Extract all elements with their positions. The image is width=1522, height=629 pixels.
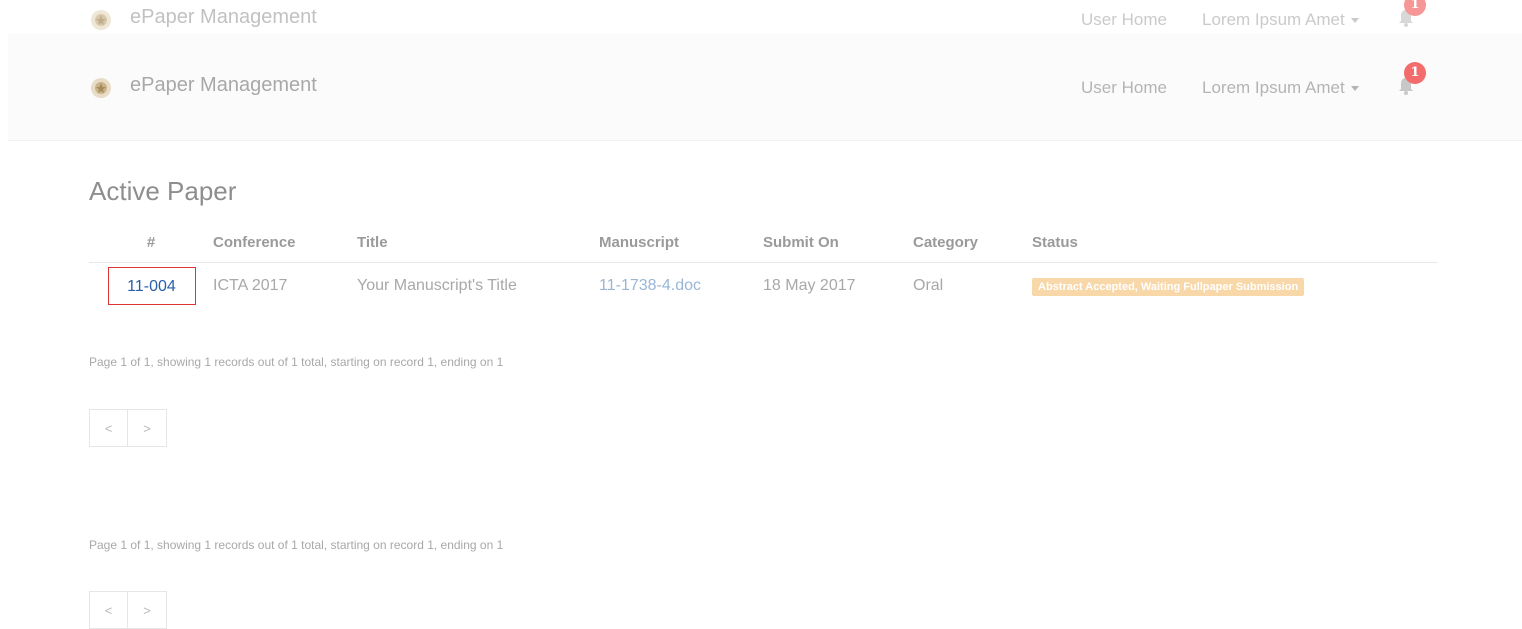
status-badge: Abstract Accepted, Waiting Fullpaper Sub…: [1032, 277, 1305, 296]
manuscript-link[interactable]: 11-1738-4.doc: [599, 277, 701, 294]
paper-id-link[interactable]: 11-004: [107, 267, 196, 305]
column-header-title: Title: [357, 222, 599, 263]
caret-down-icon: [1350, 18, 1359, 24]
column-header-conference: Conference: [213, 222, 357, 263]
brand-title[interactable]: ePaper Management: [130, 74, 317, 97]
pager-summary: Page 1 of 1, showing 1 records out of 1 …: [89, 538, 504, 552]
nav-user-menu[interactable]: Lorem Ipsum Amet: [1202, 78, 1359, 98]
cell-title: Your Manuscript's Title: [357, 277, 517, 294]
prev-page-button[interactable]: <: [89, 409, 128, 447]
prev-page-button[interactable]: <: [89, 591, 128, 629]
ghost-brand-text: ePaper Management: [130, 6, 317, 28]
notification-badge[interactable]: 1: [1404, 62, 1426, 84]
cell-status: Abstract Accepted, Waiting Fullpaper Sub…: [1032, 263, 1438, 310]
next-page-button[interactable]: >: [128, 591, 167, 629]
cell-number: 11-004: [89, 263, 213, 310]
notification-badge: 1: [1404, 0, 1426, 16]
cell-submit-on: 18 May 2017: [763, 277, 856, 294]
ghost-navbar: ePaper Management User Home Lorem Ipsum …: [0, 0, 1522, 34]
user-name: Lorem Ipsum Amet: [1202, 78, 1345, 97]
next-page-button[interactable]: >: [128, 409, 167, 447]
table-header-row: # Conference Title Manuscript Submit On …: [89, 222, 1438, 263]
column-header-submit-on: Submit On: [763, 222, 913, 263]
column-header-manuscript: Manuscript: [599, 222, 763, 263]
ghost-nav-user-home: User Home: [1081, 10, 1167, 29]
column-header-number: #: [89, 222, 213, 263]
nav-user-home-link[interactable]: User Home: [1081, 78, 1167, 98]
cell-manuscript: 11-1738-4.doc: [599, 263, 763, 310]
emblem-icon[interactable]: [90, 77, 112, 99]
pagination: < >: [89, 591, 167, 629]
cell-category: Oral: [913, 277, 944, 294]
table-row: 11-004 ICTA 2017 Your Manuscript's Title…: [89, 263, 1438, 310]
cell-conference: ICTA 2017: [213, 277, 288, 294]
ghost-nav-user-menu: Lorem Ipsum Amet: [1202, 10, 1359, 30]
page-title: Active Paper: [89, 176, 237, 206]
pagination: < >: [89, 409, 167, 447]
column-header-category: Category: [913, 222, 1032, 263]
papers-table: # Conference Title Manuscript Submit On …: [89, 222, 1438, 309]
caret-down-icon: [1350, 86, 1359, 92]
column-header-status: Status: [1032, 222, 1438, 263]
pager-summary: Page 1 of 1, showing 1 records out of 1 …: [89, 355, 504, 369]
emblem-icon: [91, 10, 111, 30]
